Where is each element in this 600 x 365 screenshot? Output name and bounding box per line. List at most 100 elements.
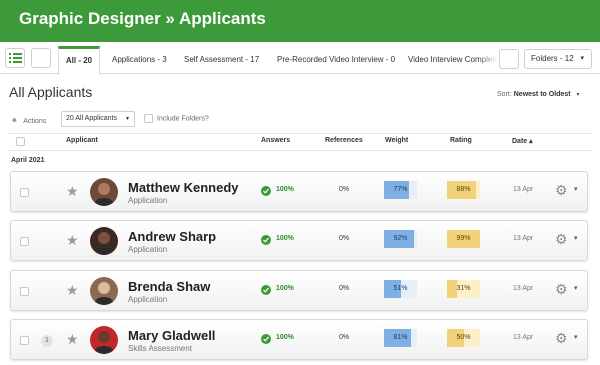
filter-value: 20 All Applicants [66, 115, 117, 122]
chevron-down-icon[interactable]: ▾ [574, 333, 578, 341]
row-checkbox[interactable] [20, 188, 29, 197]
check-circle-icon [261, 285, 271, 295]
answers-value: 100% [276, 235, 294, 242]
sort-value: Newest to Oldest [513, 91, 571, 98]
references-value: 0% [339, 235, 350, 242]
star-icon[interactable]: ★ [66, 232, 79, 249]
date-value: 13 Apr [513, 235, 534, 242]
weight-value: 51% [393, 285, 408, 292]
grid-view-button[interactable] [31, 48, 51, 68]
rating-value: 99% [456, 235, 471, 242]
avatar [90, 277, 118, 305]
star-icon[interactable]: ★ [66, 331, 79, 348]
check-circle-icon [261, 186, 271, 196]
actions-button[interactable]: ✷ Actions [11, 116, 46, 125]
row-checkbox[interactable] [20, 237, 29, 246]
avatar [90, 178, 118, 206]
date-value: 13 Apr [513, 186, 534, 193]
gear-icon[interactable]: ⚙ [555, 231, 568, 248]
row-checkbox[interactable] [20, 287, 29, 296]
star-icon[interactable]: ★ [66, 282, 79, 299]
weight-bar: 81% [384, 329, 417, 347]
avatar [90, 326, 118, 354]
gear-icon[interactable]: ⚙ [555, 182, 568, 199]
group-label: April 2021 [11, 157, 45, 164]
column-header-weight[interactable]: Weight [385, 137, 408, 144]
app-header: Graphic Designer » Applicants [0, 0, 600, 42]
tabs-overflow-fade [478, 46, 498, 73]
list-view-icon [9, 53, 22, 63]
gear-icon[interactable]: ⚙ [555, 281, 568, 298]
include-folders-label: Include Folders? [157, 115, 209, 123]
folders-dropdown[interactable]: Folders - 12 ▾ [524, 49, 592, 69]
weight-value: 77% [393, 186, 408, 193]
tab-pre-recorded-video-interview[interactable]: Pre-Recorded Video Interview - 0 [277, 46, 395, 74]
gear-icon: ✷ [11, 116, 18, 125]
tab-all[interactable]: All - 20 [58, 46, 100, 75]
chevron-down-icon: ▾ [576, 92, 580, 98]
answers-value: 100% [276, 285, 294, 292]
page-header-title: Graphic Designer » Applicants [19, 9, 266, 28]
date-value: 13 Apr [513, 334, 534, 341]
chevron-down-icon: ▾ [125, 116, 129, 122]
date-value: 13 Apr [513, 285, 534, 292]
chevron-down-icon[interactable]: ▾ [574, 185, 578, 193]
applicant-type: Application [128, 295, 168, 304]
tab-bar: All - 20 Applications - 3 Self Assessmen… [0, 46, 600, 75]
rating-bar: 88% [447, 181, 480, 199]
rating-value: 88% [456, 186, 471, 193]
applicant-filter-dropdown[interactable]: 20 All Applicants ▾ [61, 111, 135, 127]
chevron-down-icon: ▾ [580, 55, 584, 62]
tabs-scroll-button[interactable] [499, 49, 519, 69]
references-value: 0% [339, 285, 350, 292]
sort-label: Sort: [497, 91, 512, 98]
star-icon[interactable]: ★ [66, 183, 79, 200]
answers-value: 100% [276, 334, 294, 341]
check-circle-icon [261, 334, 271, 344]
divider [8, 150, 592, 151]
applicant-type: Application [128, 245, 168, 254]
weight-value: 92% [393, 235, 408, 242]
chevron-down-icon[interactable]: ▾ [574, 234, 578, 242]
rating-bar: 31% [447, 280, 480, 298]
weight-bar: 77% [384, 181, 417, 199]
chevron-down-icon[interactable]: ▾ [574, 284, 578, 292]
include-folders-checkbox[interactable] [144, 114, 153, 123]
applicant-card[interactable]: ★ Matthew Kennedy Application 100% 0% 77% 88% 1… [10, 171, 588, 212]
tab-applications[interactable]: Applications - 3 [112, 46, 167, 74]
applicant-type: Skills Assessment [128, 344, 193, 353]
applicant-name[interactable]: Brenda Shaw [128, 279, 210, 294]
applicant-name[interactable]: Matthew Kennedy [128, 180, 239, 195]
column-header-rating[interactable]: Rating [450, 137, 472, 144]
column-header-references[interactable]: References [325, 137, 363, 144]
applicant-card[interactable]: 1 ★ Mary Gladwell Skills Assessment 100% 0% 81… [10, 319, 588, 360]
applicant-card[interactable]: ★ Andrew Sharp Application 100% 0% 92% 99% 13 A… [10, 220, 588, 261]
references-value: 0% [339, 186, 350, 193]
tab-self-assessment[interactable]: Self Assessment - 17 [184, 46, 259, 74]
divider [8, 133, 592, 134]
rating-bar: 99% [447, 230, 480, 248]
references-value: 0% [339, 334, 350, 341]
answers-value: 100% [276, 186, 294, 193]
gear-icon[interactable]: ⚙ [555, 330, 568, 347]
list-view-button[interactable] [5, 48, 25, 68]
actions-label: Actions [23, 118, 47, 125]
check-circle-icon [261, 235, 271, 245]
column-header-applicant[interactable]: Applicant [66, 137, 98, 144]
row-checkbox[interactable] [20, 336, 29, 345]
include-folders-toggle[interactable]: Include Folders? [144, 114, 209, 123]
applicant-card[interactable]: ★ Brenda Shaw Application 100% 0% 51% 31% 13 Ap… [10, 270, 588, 311]
avatar [90, 227, 118, 255]
weight-bar: 51% [384, 280, 417, 298]
sort-control[interactable]: Sort: Newest to Oldest ▾ [497, 91, 580, 98]
column-header-date[interactable]: Date ▴ [512, 137, 533, 145]
rating-value: 31% [456, 285, 471, 292]
applicant-type: Application [128, 196, 168, 205]
weight-bar: 92% [384, 230, 417, 248]
page-title: All Applicants [9, 84, 93, 100]
select-all-checkbox[interactable] [16, 137, 25, 146]
count-badge: 1 [41, 335, 53, 347]
column-header-answers[interactable]: Answers [261, 137, 290, 144]
applicant-name[interactable]: Andrew Sharp [128, 229, 216, 244]
applicant-name[interactable]: Mary Gladwell [128, 328, 215, 343]
